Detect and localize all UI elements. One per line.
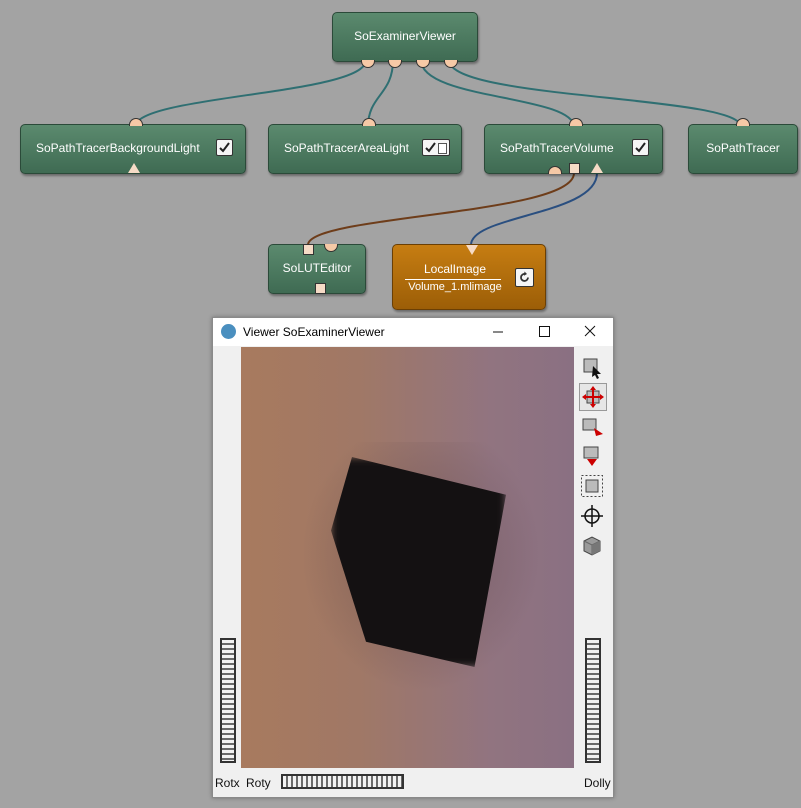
wire-examiner-arealight [367, 59, 394, 128]
input-port-semi[interactable] [324, 244, 338, 252]
minimize-icon [493, 331, 503, 333]
wire-volume-luteditor [307, 172, 575, 246]
home-icon [583, 446, 599, 466]
output-port-triangle[interactable] [128, 163, 140, 173]
node-label: SoLUTEditor [282, 261, 352, 275]
node-local-image[interactable]: LocalImage Volume_1.mlimage [392, 244, 546, 310]
node-sublabel: Volume_1.mlimage [408, 281, 502, 293]
rotate-mode-button[interactable] [579, 383, 607, 411]
pick-icon [583, 358, 601, 379]
input-port-triangle[interactable] [591, 163, 603, 173]
node-so-path-tracer-background-light[interactable]: SoPathTracerBackgroundLight [20, 118, 246, 174]
check-icon [219, 142, 230, 153]
output-port-square[interactable] [315, 283, 326, 294]
enable-checkbox[interactable] [422, 139, 450, 156]
dolly-label: Dolly [584, 776, 611, 790]
home-button[interactable] [579, 443, 605, 469]
node-so-path-tracer-volume[interactable]: SoPathTracerVolume [484, 118, 663, 174]
wire-examiner-bglight [134, 59, 367, 128]
view-mode-button[interactable] [579, 533, 605, 559]
roty-wheel[interactable] [281, 774, 404, 789]
input-port[interactable] [129, 118, 143, 126]
reload-icon [520, 271, 529, 282]
title-bar[interactable]: Viewer SoExaminerViewer [213, 318, 613, 346]
close-button[interactable] [567, 318, 613, 346]
input-port[interactable] [362, 118, 376, 126]
input-port-semi[interactable] [548, 166, 562, 174]
view-all-icon [581, 475, 603, 497]
viewer-window[interactable]: Viewer SoExaminerViewer Rotx Roty Dolly [212, 317, 614, 798]
node-so-path-tracer-area-light[interactable]: SoPathTracerAreaLight [268, 118, 462, 174]
close-icon [584, 325, 596, 337]
view-all-button[interactable] [579, 473, 605, 499]
node-so-examiner-viewer[interactable]: SoExaminerViewer [332, 12, 478, 68]
roty-label: Roty [246, 776, 271, 790]
render-viewport[interactable] [241, 347, 574, 768]
rotx-wheel[interactable] [220, 638, 236, 763]
input-port-square[interactable] [569, 163, 580, 174]
node-so-path-tracer[interactable]: SoPathTracer [688, 118, 798, 174]
node-divider [405, 279, 501, 280]
check-icon [425, 142, 436, 153]
node-label: SoPathTracerBackgroundLight [36, 141, 200, 155]
node-label: SoExaminerViewer [354, 29, 456, 43]
output-port-triangle[interactable] [466, 245, 478, 255]
wire-examiner-volume [420, 59, 575, 128]
dolly-wheel[interactable] [585, 638, 601, 763]
enable-checkbox[interactable] [216, 139, 233, 156]
set-home-button[interactable] [579, 503, 605, 529]
window-title: Viewer SoExaminerViewer [243, 325, 385, 339]
node-so-lut-editor[interactable]: SoLUTEditor [268, 244, 366, 294]
minimize-button[interactable] [475, 318, 521, 346]
reload-button[interactable] [515, 268, 534, 287]
input-port[interactable] [569, 118, 583, 126]
input-port[interactable] [736, 118, 750, 126]
pick-mode-button[interactable] [579, 354, 605, 380]
maximize-button[interactable] [521, 318, 567, 346]
cube-icon [583, 536, 601, 556]
seek-button[interactable] [579, 414, 605, 440]
rotx-label: Rotx [215, 776, 240, 790]
seek-icon [582, 418, 603, 436]
input-port-square[interactable] [303, 244, 314, 255]
crosshair-icon [581, 505, 603, 527]
check-icon [635, 142, 646, 153]
app-icon [221, 324, 236, 339]
wire-volume-localimage [470, 172, 598, 246]
maximize-icon [539, 326, 550, 337]
enable-checkbox[interactable] [632, 139, 649, 156]
wire-examiner-tracer [448, 59, 742, 128]
rotate-icon [582, 386, 604, 408]
node-label: LocalImage [423, 262, 487, 276]
node-label: SoPathTracer [706, 141, 780, 155]
